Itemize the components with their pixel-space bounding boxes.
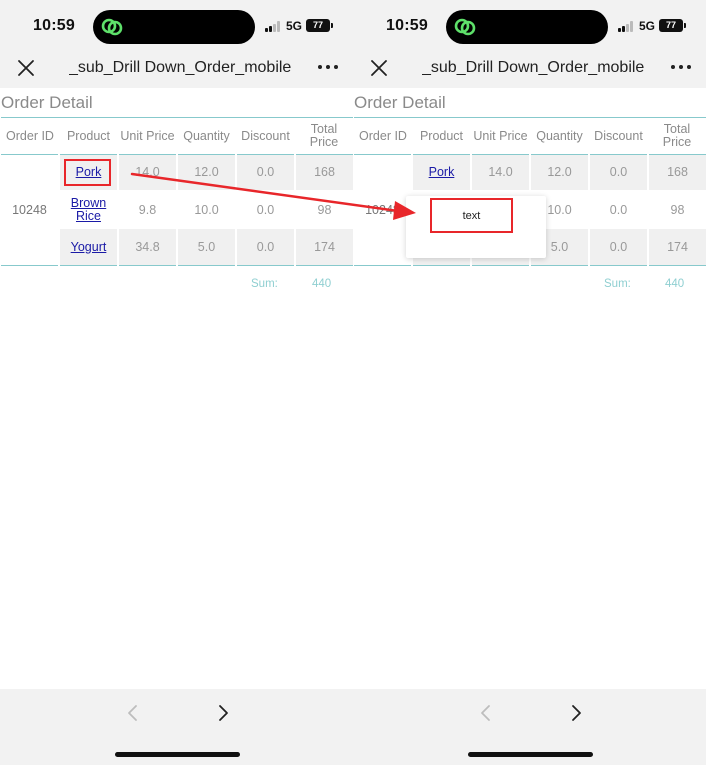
battery-icon: 77 [659,19,686,32]
column-header: Unit Price [471,119,530,155]
discount-cell: 0.0 [235,228,295,266]
order-id-cell: 10248 [354,154,412,266]
column-header: Discount [589,119,648,155]
quantity-cell: 12.0 [176,154,236,192]
app-logo-icon [454,18,476,36]
page-title: _sub_Drill Down_Order_mobile [422,59,645,76]
unit-price-cell: 14.0 [470,154,530,192]
network-label: 5G [639,19,656,33]
order-id-cell: 10248 [1,154,59,266]
product-cell: Pork [411,154,471,192]
chevron-right-icon[interactable] [216,704,230,722]
discount-cell: 0.0 [588,228,648,266]
sum-value: 440 [312,278,332,290]
total-cell: 98 [647,191,706,229]
product-link-brown-rice[interactable]: Brown Rice [71,196,107,223]
sum-label: Sum: [251,278,278,290]
report-title: Order Detail [354,93,446,112]
status-time: 10:59 [33,17,75,34]
total-cell: 98 [294,191,353,229]
product-cell: Pork [58,154,118,192]
order-detail-table: Order ID Product Unit Price Quantity Dis… [1,119,353,266]
close-icon[interactable] [370,59,388,77]
close-icon[interactable] [17,59,35,77]
signal-icon [265,21,283,32]
product-cell: Yogurt [58,228,118,266]
more-icon[interactable] [671,62,693,72]
discount-cell: 0.0 [235,191,295,229]
app-logo-icon [101,18,123,36]
title-divider [1,117,353,118]
popup-item[interactable]: text [430,198,513,233]
total-cell: 168 [294,154,353,192]
product-link-yogurt[interactable]: Yogurt [71,240,107,254]
table-row: 10248 Pork 14.0 12.0 0.0 168 [1,154,353,266]
column-header: Order ID [1,119,59,155]
product-link-pork[interactable]: Pork [76,166,102,179]
table-header-row: Order ID Product Unit Price Quantity Dis… [354,119,706,155]
total-price-header: Total Price [662,122,692,150]
product-link-pork[interactable]: Pork [429,166,455,179]
quantity-cell: 10.0 [176,191,236,229]
left-screen: 10:59 5G 77 _sub_Drill Down_Order_mobile… [0,0,353,765]
unit-price-cell: 9.8 [117,191,177,229]
quantity-cell: 5.0 [176,228,236,266]
quantity-cell: 12.0 [529,154,589,192]
column-header: Total Price [648,119,706,155]
title-divider [354,117,706,118]
chevron-left-icon[interactable] [479,704,493,722]
right-screen: 10:59 5G 77 _sub_Drill Down_Order_mobile… [353,0,706,765]
network-label: 5G [286,19,303,33]
home-indicator [115,752,240,757]
chevron-right-icon[interactable] [569,704,583,722]
column-header: Product [59,119,118,155]
sum-value: 440 [665,278,685,290]
column-header: Total Price [295,119,353,155]
table-header-row: Order ID Product Unit Price Quantity Dis… [1,119,353,155]
column-header: Product [412,119,471,155]
page-title: _sub_Drill Down_Order_mobile [69,59,292,76]
total-price-header: Total Price [309,122,339,150]
column-header: Order ID [354,119,412,155]
signal-icon [618,21,636,32]
status-time: 10:59 [386,17,428,34]
total-cell: 168 [647,154,706,192]
discount-cell: 0.0 [588,191,648,229]
column-header: Quantity [530,119,589,155]
table-row: 10248 Pork 14.0 12.0 0.0 168 [354,154,706,266]
column-header: Discount [236,119,295,155]
total-cell: 174 [294,228,353,266]
discount-cell: 0.0 [588,154,648,192]
chevron-left-icon[interactable] [126,704,140,722]
dynamic-island [93,10,255,44]
column-header: Quantity [177,119,236,155]
product-cell: Brown Rice [58,191,118,229]
discount-cell: 0.0 [235,154,295,192]
unit-price-cell: 34.8 [117,228,177,266]
drill-popup: text [406,196,546,258]
unit-price-cell: 14.0 [117,154,177,192]
more-icon[interactable] [318,62,340,72]
sum-label: Sum: [604,278,631,290]
total-cell: 174 [647,228,706,266]
battery-icon: 77 [306,19,333,32]
report-title: Order Detail [1,93,93,112]
column-header: Unit Price [118,119,177,155]
home-indicator [468,752,593,757]
dynamic-island [446,10,608,44]
